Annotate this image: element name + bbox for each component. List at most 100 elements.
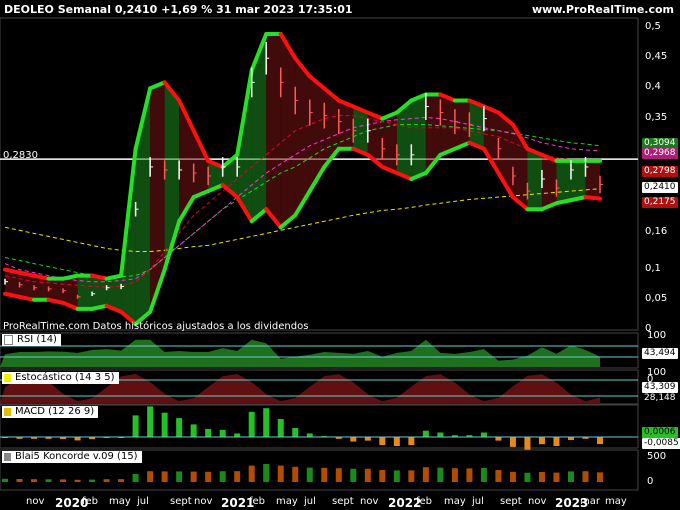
koncorde-bar: [74, 479, 81, 482]
macd-bar: [480, 432, 487, 437]
koncorde-bar: [597, 472, 603, 482]
price-tick-label: 0,16: [645, 226, 668, 238]
bollinger-fill-segment: [440, 94, 455, 155]
price-tick-label: 0,05: [645, 292, 668, 304]
macd-bar: [437, 432, 444, 437]
koncorde-bar: [292, 466, 299, 482]
bollinger-fill-segment: [541, 154, 557, 210]
time-axis-label: may: [276, 496, 298, 507]
macd-bar: [350, 437, 357, 442]
rsi-value-tag: 43,494: [642, 348, 678, 359]
macd-bar: [379, 437, 386, 446]
macd-bar: [538, 437, 545, 445]
koncorde-bar: [538, 472, 545, 482]
koncorde-bar: [567, 471, 574, 482]
macd-bar: [393, 437, 400, 446]
koncorde-bar: [118, 479, 125, 482]
bollinger-fill-segment: [77, 275, 93, 309]
bollinger-fill-segment: [556, 160, 571, 204]
time-axis-label: feb: [249, 496, 266, 507]
blai-label: Blai5 Koncorde v.09 (15): [2, 451, 142, 463]
price-value-tag: 0,2410: [642, 182, 678, 193]
time-axis-label: feb: [416, 496, 433, 507]
price-tick-label: 0,45: [645, 51, 668, 63]
koncorde-bar: [132, 474, 139, 482]
macd-bar: [219, 429, 226, 437]
koncorde-bar: [582, 471, 589, 482]
time-axis-label: sept: [500, 496, 522, 507]
stoch-value-tag-1: 43,309: [642, 382, 678, 393]
koncorde-bar: [509, 471, 516, 482]
macd-bar: [74, 437, 81, 441]
price-tick-label: 0,35: [645, 111, 668, 123]
koncorde-bar: [451, 468, 458, 482]
macd-bar: [364, 437, 371, 441]
koncorde-bar: [31, 479, 38, 482]
macd-value-tag-2: -0,0085: [642, 438, 680, 449]
stoch-label: Estocástico (14 3 5): [2, 372, 119, 384]
price-tick-label: 0,5: [645, 21, 661, 32]
blai-tick-0: 0: [647, 476, 654, 487]
time-axis-label: nov: [360, 496, 379, 507]
rsi-label: RSI (14): [2, 334, 61, 346]
koncorde-bar: [234, 471, 241, 482]
koncorde-bar: [248, 465, 255, 482]
time-axis-label: sept: [170, 496, 192, 507]
koncorde-bar: [89, 479, 96, 482]
macd-bar: [205, 428, 212, 437]
macd-bar: [408, 437, 415, 446]
koncorde-bar: [553, 472, 560, 482]
koncorde-bar: [205, 471, 212, 482]
koncorde-bar: [466, 468, 473, 482]
koncorde-bar: [190, 471, 197, 482]
macd-bar: [509, 437, 516, 447]
macd-bar: [292, 428, 299, 437]
macd-bar: [132, 415, 139, 437]
macd-value-tag-1: 0,0006: [642, 427, 678, 438]
koncorde-bar: [103, 479, 110, 482]
koncorde-bar: [60, 479, 67, 482]
macd-bar: [234, 433, 241, 437]
macd-bar: [495, 437, 502, 441]
bollinger-lower-segment: [583, 195, 602, 201]
macd-bar: [422, 430, 429, 437]
macd-bar: [190, 424, 197, 437]
koncorde-bar: [422, 467, 429, 482]
bollinger-fill-segment: [527, 148, 542, 210]
bollinger-fill-segment: [266, 34, 281, 228]
koncorde-bar: [437, 467, 444, 482]
koncorde-bar: [277, 465, 284, 482]
macd-bar: [597, 437, 603, 445]
rsi-tick-100: 100: [647, 330, 667, 341]
bollinger-fill-segment: [92, 275, 107, 309]
koncorde-bar: [393, 470, 400, 482]
koncorde-bar: [408, 470, 415, 482]
time-axis-label: may: [109, 496, 131, 507]
time-axis-label: nov: [528, 496, 547, 507]
koncorde-bar: [379, 470, 386, 482]
bollinger-fill-segment: [280, 34, 296, 228]
macd-bar: [524, 437, 531, 450]
time-axis-label: may: [605, 496, 627, 507]
macd-label: MACD (12 26 9): [2, 406, 99, 418]
time-axis-label: nov: [26, 496, 45, 507]
koncorde-bar: [2, 478, 8, 482]
macd-bar: [277, 419, 284, 437]
koncorde-bar: [161, 471, 168, 482]
price-value-tag: 0,2798: [642, 166, 678, 177]
koncorde-bar: [263, 464, 270, 482]
price-tick-label: 0,1: [645, 262, 661, 274]
macd-bar: [306, 433, 313, 437]
price-chart: [0, 17, 639, 491]
koncorde-bar: [45, 479, 52, 482]
koncorde-bar: [147, 471, 154, 482]
koncorde-bar: [306, 467, 313, 482]
macd-bar: [161, 412, 168, 437]
koncorde-bar: [335, 468, 342, 482]
macd-bar: [553, 437, 560, 446]
blai-tick-500: 500: [647, 451, 667, 462]
koncorde-bar: [321, 467, 328, 482]
koncorde-bar: [16, 479, 23, 482]
stoch-value-tag-2: 28,148: [642, 393, 678, 404]
time-axis-label: mar: [580, 496, 600, 507]
